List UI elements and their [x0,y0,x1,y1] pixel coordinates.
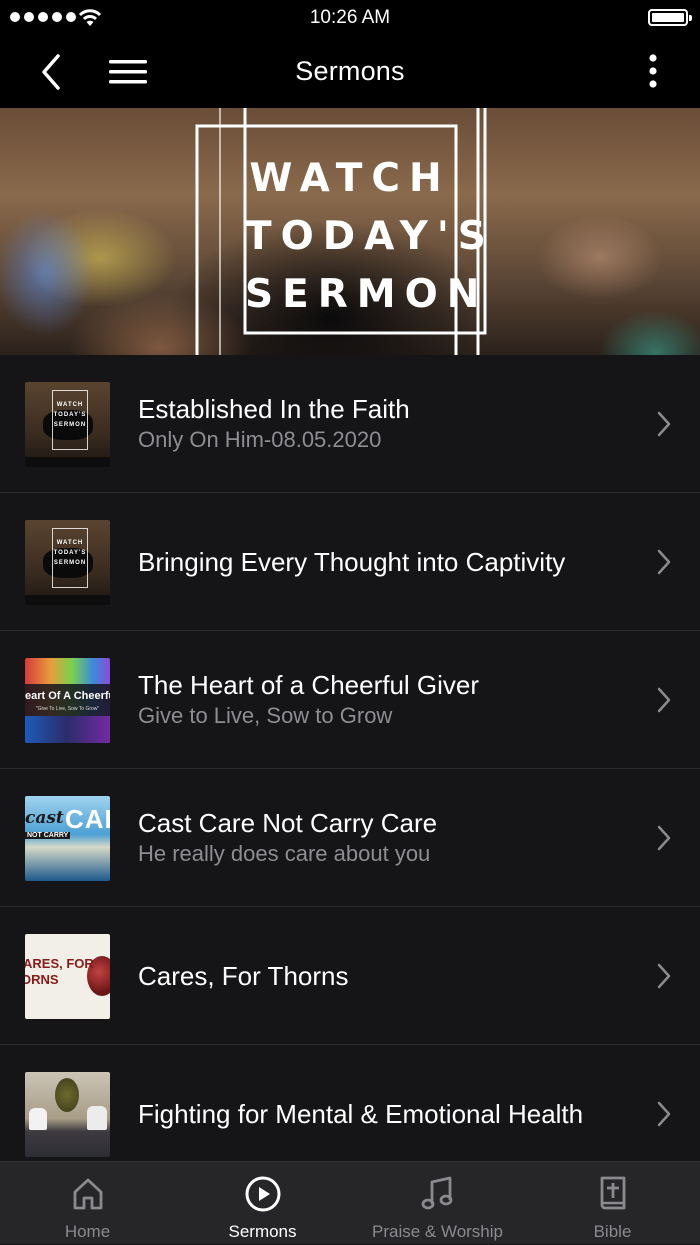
play-circle-icon [245,1176,280,1212]
sermon-row-established-in-the-faith[interactable]: WATCH TODAY'S SERMON Established In the Fa… [0,355,700,493]
chevron-right-icon [657,687,671,713]
tab-label: Home [64,1222,111,1241]
sermon-row-cares-for-thorns[interactable]: ARES, FOR ORNS Cares, For Thorns [0,907,700,1045]
banner-line-1: WATCH [249,156,451,201]
sermon-title: Cast Care Not Carry Care [138,807,438,838]
watch-todays-sermon-banner[interactable]: WATCH TODAY'S SERMON [0,108,700,355]
banner-line-3: SERMON [245,272,489,317]
sermon-row-cast-care[interactable]: cast CAR NOT CARRY Cast Care Not Carry C… [0,769,700,907]
chevron-right-icon [657,549,671,575]
tab-home[interactable]: Home [0,1162,175,1245]
chevron-right-icon [657,411,671,437]
sermon-subtitle: Give to Live, Sow to Grow [138,702,393,728]
battery-icon [648,9,692,26]
status-bar: 10:26 AM [0,0,700,36]
home-icon [73,1178,102,1210]
chevron-right-icon [657,963,671,989]
tab-bar: Home Sermons Praise & Worship Bible [0,1161,700,1244]
bible-icon [600,1176,625,1210]
sermon-thumbnail: WATCH TODAY'S SERMON [25,520,110,605]
banner-headline: WATCH TODAY'S SERMON [245,150,495,324]
chevron-right-icon [657,1101,671,1127]
sermon-thumbnail [25,1072,110,1157]
tab-label: Bible [593,1222,632,1241]
sermon-subtitle: Only On Him-08.05.2020 [138,426,382,452]
more-options-icon[interactable] [638,50,668,94]
sermon-title: Established In the Faith [138,393,410,424]
sermon-thumbnail: ARES, FOR ORNS [25,934,110,1019]
tab-praise-worship[interactable]: Praise & Worship [350,1162,525,1245]
sermon-thumbnail: cast CAR NOT CARRY [25,796,110,881]
sermon-row-heart-of-a-cheerful-giver[interactable]: eart Of A Cheerful "Give To Live, Sow To… [0,631,700,769]
sermon-subtitle: He really does care about you [138,840,431,866]
sermon-thumbnail: eart Of A Cheerful "Give To Live, Sow To… [25,658,110,743]
sermon-title: Bringing Every Thought into Captivity [138,546,566,577]
chevron-right-icon [657,825,671,851]
sermon-title: Cares, For Thorns [138,960,349,991]
status-time: 10:26 AM [309,7,391,28]
page-title: Sermons [295,56,405,86]
music-note-icon [421,1176,452,1210]
sermon-row-bringing-every-thought[interactable]: WATCH TODAY'S SERMON Bringing Every Though… [0,493,700,631]
sermon-title: Fighting for Mental & Emotional Health [138,1098,584,1129]
sermon-title: The Heart of a Cheerful Giver [138,669,480,700]
sermon-thumbnail: WATCH TODAY'S SERMON [25,382,110,467]
banner-line-2: TODAY'S [245,214,495,259]
tab-label: Sermons [228,1222,297,1241]
navigation-bar: Sermons [0,36,700,108]
tab-label: Praise & Worship [371,1222,503,1241]
tab-bible[interactable]: Bible [525,1162,700,1245]
sermon-list: WATCH TODAY'S SERMON Established In the Fa… [0,355,700,1183]
tab-sermons[interactable]: Sermons [175,1162,350,1245]
